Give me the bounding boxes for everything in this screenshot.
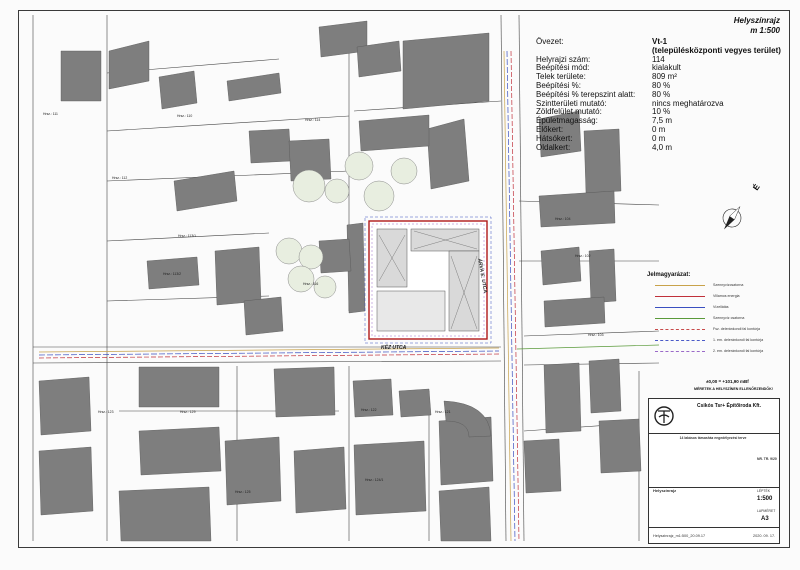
parcel-label: Hrsz.: 112	[112, 176, 128, 180]
legend-line-swatch	[655, 329, 705, 330]
legend-item-label: Szennyvízcsatorna	[713, 283, 744, 287]
parcel-label: Hrsz.: 103	[588, 333, 604, 337]
parcel-label: Hrsz.: 124/1	[365, 478, 384, 482]
legend-item: Vízellátás	[651, 303, 779, 313]
plan-sheet: É Helyszínrajz m 1:500 Övezet: Helyrajzi…	[0, 0, 800, 570]
parcel-label: Hrsz.: 113/2	[163, 272, 182, 276]
legend-heading: Jelmagyarázat:	[647, 272, 691, 278]
parcel-label: Hrsz.: 102	[575, 254, 591, 258]
legend-line-swatch	[655, 351, 705, 352]
drawing-title-line2: m 1:500	[750, 26, 780, 35]
measurement-note: MÉRETEK A HELYSZÍNEN ELLENŐRZENDŐK!	[694, 387, 773, 391]
legend-item: 1. em. deleránkondi fal kontúrja	[651, 336, 779, 346]
title-block-header: Csikós Tsr+ Építőiroda Kft.	[649, 399, 779, 434]
parcel-label: Hrsz.: 113/1	[178, 234, 197, 238]
parcel-label: Hrsz.: 104	[555, 217, 571, 221]
elevation-reference: ±0,00 = +101,90 mBf	[706, 379, 749, 384]
drawing-number: NR. TR. 9/20	[757, 457, 777, 461]
legend-line-swatch	[655, 340, 705, 341]
scale-label: LÉPTÉK	[757, 489, 771, 493]
drawing-title: Helyszínrajz m 1:500	[690, 16, 780, 36]
legend-item: Szennyvízcsatorna	[651, 281, 779, 291]
parcel-label: Hrsz.: 121	[435, 410, 451, 414]
company-name: Csikós Tsr+ Építőiroda Kft.	[697, 403, 761, 409]
parcel-label: Hrsz.: 129	[180, 410, 196, 414]
sheet-size-label: LAPMÉRET	[757, 509, 776, 513]
parcel-label: Hrsz.: 111	[43, 112, 58, 116]
scale-value: 1:500	[757, 496, 773, 502]
parcel-label: Hrsz.: 110	[177, 114, 193, 118]
zoning-values: 114 kialakult 809 m² 80 % 80 % nincs meg…	[652, 54, 724, 152]
sheet-size-value: A3	[761, 516, 769, 522]
zone-description: (településközponti vegyes terület)	[652, 45, 781, 55]
zoning-values-header: Vt-1 (településközponti vegyes terület)	[652, 37, 781, 56]
legend-item-label: 2. em. deleránkondi fal kontúrja	[713, 349, 764, 353]
parcel-label: Hrsz.: 125	[235, 490, 251, 494]
legend-item-label: Villamos energia	[713, 294, 740, 298]
title-block-drawing-name: Helyszínrajz	[653, 488, 677, 493]
legend-line-swatch	[655, 285, 705, 286]
legend-line-swatch	[655, 307, 705, 308]
zoning-row: Övezet:	[536, 37, 564, 46]
legend-item-label: Vízellátás	[713, 305, 729, 309]
legend-line-swatch	[655, 296, 705, 297]
legend-item: Szennyvíz csatorna	[651, 314, 779, 324]
legend-item-label: 1. em. deleránkondi fal kontúrja	[713, 338, 764, 342]
company-logo-icon	[653, 403, 675, 429]
legend-item-label: Fsz. deleránkondi fal kontúrja	[713, 327, 760, 331]
subject-building	[364, 216, 492, 344]
legend-item: 2. em. deleránkondi fal kontúrja	[651, 347, 779, 357]
legend-item: Fsz. deleránkondi fal kontúrja	[651, 325, 779, 335]
legend-item: Villamos energia	[651, 292, 779, 302]
north-arrow	[722, 206, 742, 230]
issue-date: 2020. 09. 17.	[753, 534, 776, 538]
parcel-label: Hrsz.: 116	[303, 282, 319, 286]
project-name: 14 lakásos társasház engedélyezési terve	[679, 436, 747, 440]
parcel-label: Hrsz.: 123	[98, 410, 114, 414]
parcel-label: Hrsz.: 122	[361, 408, 377, 412]
legend-line-swatch	[655, 318, 705, 319]
drawing-title-line1: Helyszínrajz	[733, 16, 780, 25]
svg-text:É: É	[751, 182, 762, 192]
zoning-table: Övezet: Helyrajzi szám: Beépítési mód: T…	[536, 37, 635, 152]
street-label-horizontal: KÉZ UTCA	[381, 345, 407, 351]
file-name: Helyszinrajz_m1:500_20.09.17	[653, 534, 706, 538]
zoning-row: Oldalkert:	[536, 142, 571, 152]
parcel-label: Hrsz.: 114	[305, 118, 321, 122]
legend-item-label: Szennyvíz csatorna	[713, 316, 745, 320]
title-block: Csikós Tsr+ Építőiroda Kft. 14 lakásos t…	[648, 398, 780, 544]
